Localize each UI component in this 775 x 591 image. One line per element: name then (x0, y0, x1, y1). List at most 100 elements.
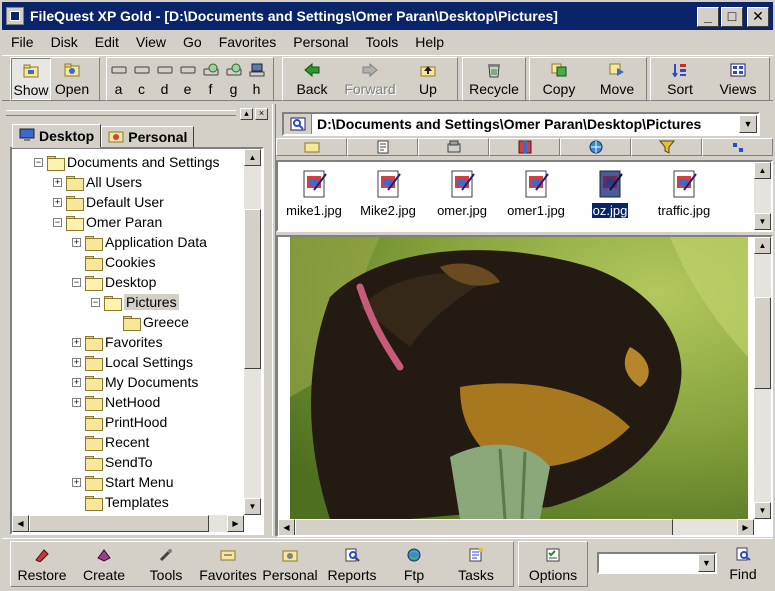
menu-disk[interactable]: Disk (42, 34, 86, 50)
scroll-thumb[interactable] (244, 209, 261, 369)
tools-button[interactable]: Tools (135, 542, 197, 586)
pane-dock-button[interactable]: ▴ (240, 108, 253, 120)
tree-node-all-users[interactable]: + All Users (53, 172, 142, 192)
expand-toggle[interactable]: + (72, 397, 81, 407)
file-item-selected[interactable]: oz.jpg (574, 168, 646, 219)
drive-g-button[interactable]: g (222, 58, 245, 100)
tasks-button[interactable]: Tasks (445, 542, 507, 586)
tree-node-nethood[interactable]: + NetHood (72, 392, 160, 412)
tree-vertical-scrollbar[interactable]: ▲ ▼ (244, 149, 261, 515)
chevron-down-icon[interactable]: ▼ (739, 115, 757, 133)
reports-button[interactable]: Reports (321, 542, 383, 586)
pane-grip[interactable] (6, 110, 236, 116)
pane-close-button[interactable]: × (255, 108, 268, 120)
tree-node-greece[interactable]: Greece (110, 312, 189, 332)
views-button[interactable]: Views (709, 58, 767, 100)
menu-personal[interactable]: Personal (284, 34, 356, 50)
file-item[interactable]: traffic.jpg (648, 168, 720, 218)
back-button[interactable]: Back (283, 58, 341, 100)
open-button[interactable]: Open (51, 58, 93, 100)
tree-node-local-settings[interactable]: + Local Settings (72, 352, 193, 372)
minimize-button[interactable]: _ (697, 7, 719, 27)
collapse-toggle[interactable]: − (53, 217, 62, 227)
expand-toggle[interactable]: + (72, 477, 81, 487)
filter-web-button[interactable] (560, 138, 631, 156)
maximize-button[interactable]: □ (721, 7, 743, 27)
close-button[interactable]: ✕ (747, 7, 769, 27)
scroll-down-icon[interactable]: ▼ (754, 213, 771, 230)
tree-node-application-data[interactable]: + Application Data (72, 232, 207, 252)
expand-toggle[interactable]: + (72, 237, 81, 247)
menu-edit[interactable]: Edit (86, 34, 127, 50)
collapse-toggle[interactable]: − (34, 157, 43, 167)
expand-toggle[interactable]: + (72, 357, 81, 367)
scroll-thumb[interactable] (29, 515, 209, 532)
recycle-button[interactable]: Recycle (463, 58, 525, 100)
tree-node-cookies[interactable]: Cookies (72, 252, 156, 272)
drive-a-button[interactable]: a (107, 58, 130, 100)
scroll-left-icon[interactable]: ◀ (278, 519, 295, 535)
file-item[interactable]: omer1.jpg (500, 168, 572, 218)
tab-personal[interactable]: Personal (101, 126, 195, 148)
menu-favorites[interactable]: Favorites (210, 34, 285, 50)
restore-button[interactable]: Restore (11, 542, 73, 586)
tree-node-start-menu[interactable]: + Start Menu (72, 472, 173, 492)
path-combobox[interactable]: D:\Documents and Settings\Omer Paran\Des… (282, 112, 760, 136)
tree-horizontal-scrollbar[interactable]: ◀ ▶ (12, 515, 244, 532)
personal-button[interactable]: Personal (259, 542, 321, 586)
menu-tools[interactable]: Tools (357, 34, 407, 50)
filter-archives-button[interactable] (489, 138, 560, 156)
drive-c-button[interactable]: c (130, 58, 153, 100)
tab-desktop[interactable]: Desktop (12, 124, 102, 148)
expand-toggle[interactable]: + (72, 377, 81, 387)
favorites-button[interactable]: Favorites (197, 542, 259, 586)
move-button[interactable]: Move (588, 58, 646, 100)
find-combobox[interactable]: ▼ (597, 552, 717, 574)
scroll-thumb[interactable] (754, 297, 771, 389)
filter-folders-button[interactable] (276, 138, 347, 156)
show-button[interactable]: Show (11, 58, 51, 100)
collapse-toggle[interactable]: − (72, 277, 81, 287)
scroll-down-icon[interactable]: ▼ (754, 502, 771, 519)
options-button[interactable]: Options (519, 542, 587, 586)
preview-horizontal-scrollbar[interactable]: ◀ ▶ (278, 519, 754, 535)
tree-node-omer-paran[interactable]: − Omer Paran (53, 212, 162, 232)
menu-help[interactable]: Help (406, 34, 452, 50)
drive-d-button[interactable]: d (153, 58, 176, 100)
scroll-thumb[interactable] (295, 519, 673, 535)
expand-toggle[interactable]: + (53, 177, 62, 187)
copy-button[interactable]: Copy (530, 58, 588, 100)
tree-node-pictures[interactable]: − Pictures (91, 292, 179, 312)
tree-node-templates[interactable]: Templates (72, 492, 169, 512)
file-item[interactable]: mike1.jpg (278, 168, 350, 218)
scroll-up-icon[interactable]: ▲ (754, 162, 771, 179)
tree-node-my-documents[interactable]: + My Documents (72, 372, 198, 392)
expand-toggle[interactable]: + (53, 197, 62, 207)
scroll-down-icon[interactable]: ▼ (244, 498, 261, 515)
tree-node-recent[interactable]: Recent (72, 432, 149, 452)
create-button[interactable]: Create (73, 542, 135, 586)
tree-node-default-user[interactable]: + Default User (53, 192, 164, 212)
filter-programs-button[interactable] (418, 138, 489, 156)
file-list-scrollbar[interactable]: ▲ ▼ (754, 162, 771, 230)
drive-h-button[interactable]: h (245, 58, 268, 100)
scroll-up-icon[interactable]: ▲ (754, 237, 771, 254)
preview-vertical-scrollbar[interactable]: ▲ ▼ (754, 237, 771, 519)
file-item[interactable]: Mike2.jpg (352, 168, 424, 218)
menu-file[interactable]: File (2, 34, 42, 50)
scroll-left-icon[interactable]: ◀ (12, 515, 29, 532)
tree-node-documents-and-settings[interactable]: − Documents and Settings (34, 152, 220, 172)
file-item[interactable]: omer.jpg (426, 168, 498, 218)
sort-button[interactable]: Sort (651, 58, 709, 100)
expand-toggle[interactable]: + (72, 337, 81, 347)
tree-node-sendto[interactable]: SendTo (72, 452, 152, 472)
find-button[interactable]: Find (722, 541, 764, 585)
up-button[interactable]: Up (399, 58, 457, 100)
filter-custom-button[interactable] (631, 138, 702, 156)
scroll-right-icon[interactable]: ▶ (227, 515, 244, 532)
menu-go[interactable]: Go (174, 34, 210, 50)
tree-node-favorites[interactable]: + Favorites (72, 332, 163, 352)
filter-all-button[interactable] (702, 138, 773, 156)
drive-e-button[interactable]: e (176, 58, 199, 100)
drive-f-button[interactable]: f (199, 58, 222, 100)
